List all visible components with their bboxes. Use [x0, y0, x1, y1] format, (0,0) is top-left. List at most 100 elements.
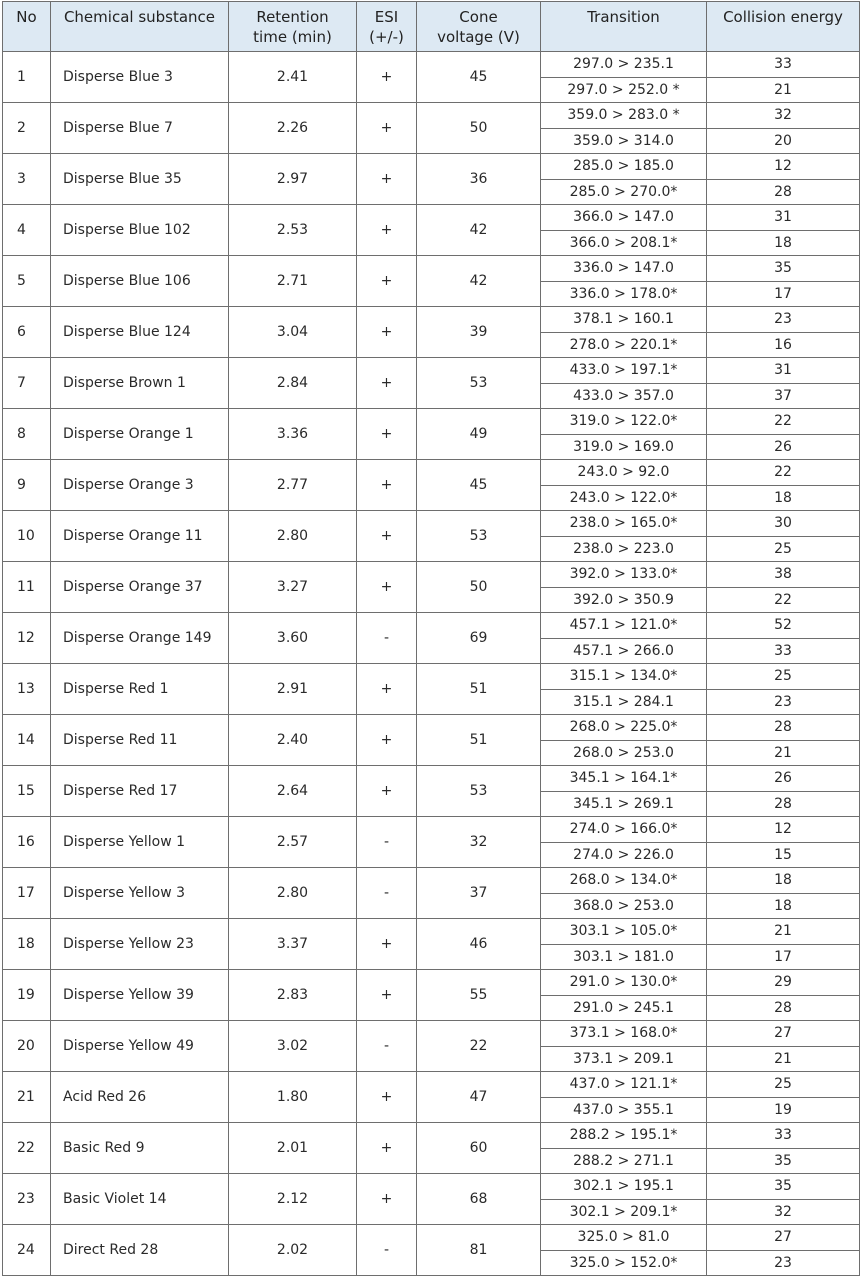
- cell-retention-time: 3.36: [228, 408, 357, 460]
- cell-substance: Disperse Orange 149: [50, 612, 229, 664]
- cell-retention-time: 3.02: [228, 1020, 357, 1072]
- cell-transition: 359.0 > 314.0: [540, 127, 707, 154]
- cell-collision-energy: 32: [706, 1198, 860, 1225]
- cell-no: 4: [2, 204, 51, 256]
- cell-collision-energy: 32: [706, 102, 860, 129]
- cell-transition: 325.0 > 81.0: [540, 1224, 707, 1251]
- cell-transition: 392.0 > 350.9: [540, 586, 707, 613]
- cell-collision-energy: 21: [706, 1045, 860, 1072]
- cell-collision-energy: 22: [706, 586, 860, 613]
- cell-no: 11: [2, 561, 51, 613]
- cell-cone-voltage: 42: [416, 204, 541, 256]
- cell-retention-time: 2.97: [228, 153, 357, 205]
- cell-transition: 288.2 > 271.1: [540, 1147, 707, 1174]
- cell-transition: 238.0 > 165.0*: [540, 510, 707, 537]
- cell-transition: 366.0 > 147.0: [540, 204, 707, 231]
- cell-collision-energy: 28: [706, 714, 860, 741]
- header-esi-line1: ESI: [374, 8, 399, 26]
- cell-collision-energy: 15: [706, 841, 860, 868]
- cell-substance: Disperse Blue 7: [50, 102, 229, 154]
- cell-transition: 291.0 > 130.0*: [540, 969, 707, 996]
- cell-transition: 392.0 > 133.0*: [540, 561, 707, 588]
- cell-transition: 278.0 > 220.1*: [540, 331, 707, 358]
- cell-substance: Disperse Orange 37: [50, 561, 229, 613]
- cell-collision-energy: 33: [706, 637, 860, 664]
- header-transition-label: Transition: [587, 8, 660, 26]
- table-header: No Chemical substance Retention time (min…: [2, 1, 860, 52]
- cell-no: 14: [2, 714, 51, 766]
- cell-esi: +: [356, 51, 417, 103]
- table-body: 1 Disperse Blue 3 2.41 +45 297.0 > 235.1 33 29…: [2, 51, 860, 1276]
- cell-collision-energy: 16: [706, 331, 860, 358]
- cell-collision-energy: 21: [706, 76, 860, 103]
- mrm-conditions-table: No Chemical substance Retention time (min…: [2, 1, 860, 1276]
- cell-transition: 285.0 > 270.0*: [540, 178, 707, 205]
- cell-substance: Disperse Red 17: [50, 765, 229, 817]
- cell-cone-voltage: 37: [416, 867, 541, 919]
- header-no: No: [2, 1, 51, 52]
- cell-collision-energy: 27: [706, 1224, 860, 1251]
- cell-no: 23: [2, 1173, 51, 1225]
- cell-esi: +: [356, 561, 417, 613]
- cell-collision-energy: 22: [706, 459, 860, 486]
- table-row: 7 Disperse Brown 1 2.84 +53 433.0 > 197.1* 31: [2, 357, 860, 409]
- cell-transition: 302.1 > 209.1*: [540, 1198, 707, 1225]
- cell-esi: -: [356, 1224, 417, 1276]
- cell-no: 7: [2, 357, 51, 409]
- cell-retention-time: 2.77: [228, 459, 357, 511]
- cell-esi: +: [356, 918, 417, 970]
- cell-transition: 433.0 > 197.1*: [540, 357, 707, 384]
- cell-cone-voltage: 36: [416, 153, 541, 205]
- cell-transition: 238.0 > 223.0: [540, 535, 707, 562]
- cell-transition: 437.0 > 355.1: [540, 1096, 707, 1123]
- cell-esi: +: [356, 663, 417, 715]
- cell-retention-time: 2.64: [228, 765, 357, 817]
- cell-retention-time: 2.80: [228, 510, 357, 562]
- cell-esi: +: [356, 459, 417, 511]
- cell-cone-voltage: 60: [416, 1122, 541, 1174]
- cell-esi: +: [356, 765, 417, 817]
- cell-no: 10: [2, 510, 51, 562]
- header-no-label: No: [16, 8, 37, 26]
- cell-collision-energy: 17: [706, 280, 860, 307]
- cell-substance: Disperse Orange 11: [50, 510, 229, 562]
- cell-no: 3: [2, 153, 51, 205]
- cell-collision-energy: 12: [706, 816, 860, 843]
- table-row: 5 Disperse Blue 106 2.71 +42 336.0 > 147.0 35: [2, 255, 860, 307]
- cell-substance: Disperse Brown 1: [50, 357, 229, 409]
- cell-collision-energy: 18: [706, 867, 860, 894]
- cell-retention-time: 1.80: [228, 1071, 357, 1123]
- cell-transition: 345.1 > 269.1: [540, 790, 707, 817]
- cell-retention-time: 2.71: [228, 255, 357, 307]
- table-row: 6 Disperse Blue 124 3.04 +39 378.1 > 160.1 23: [2, 306, 860, 358]
- cell-cone-voltage: 42: [416, 255, 541, 307]
- cell-transition: 457.1 > 121.0*: [540, 612, 707, 639]
- cell-retention-time: 2.80: [228, 867, 357, 919]
- table-row: 14 Disperse Red 11 2.40 +51 268.0 > 225.0* 28: [2, 714, 860, 766]
- cell-retention-time: 3.60: [228, 612, 357, 664]
- cell-retention-time: 2.83: [228, 969, 357, 1021]
- cell-no: 17: [2, 867, 51, 919]
- cell-esi: +: [356, 1173, 417, 1225]
- cell-collision-energy: 18: [706, 229, 860, 256]
- cell-retention-time: 3.04: [228, 306, 357, 358]
- cell-transition: 336.0 > 147.0: [540, 255, 707, 282]
- cell-transition: 359.0 > 283.0 *: [540, 102, 707, 129]
- cell-no: 20: [2, 1020, 51, 1072]
- table-row: 19 Disperse Yellow 39 2.83 +55 291.0 > 130.0…: [2, 969, 860, 1021]
- cell-collision-energy: 31: [706, 204, 860, 231]
- table-row: 16 Disperse Yellow 1 2.57-32 274.0 > 166.0*…: [2, 816, 860, 868]
- table-row: 18 Disperse Yellow 23 3.37 +46 303.1 > 105.0…: [2, 918, 860, 970]
- cell-cone-voltage: 53: [416, 510, 541, 562]
- cell-collision-energy: 35: [706, 1173, 860, 1200]
- cell-collision-energy: 30: [706, 510, 860, 537]
- cell-retention-time: 2.26: [228, 102, 357, 154]
- table-row: 23 Basic Violet 14 2.12 +68 302.1 > 195.1 35: [2, 1173, 860, 1225]
- cell-transition: 303.1 > 105.0*: [540, 918, 707, 945]
- cell-substance: Disperse Red 1: [50, 663, 229, 715]
- table-row: 22 Basic Red 9 2.01 +60 288.2 > 195.1* 33: [2, 1122, 860, 1174]
- cell-cone-voltage: 53: [416, 357, 541, 409]
- cell-esi: +: [356, 153, 417, 205]
- cell-collision-energy: 33: [706, 1122, 860, 1149]
- cell-collision-energy: 21: [706, 918, 860, 945]
